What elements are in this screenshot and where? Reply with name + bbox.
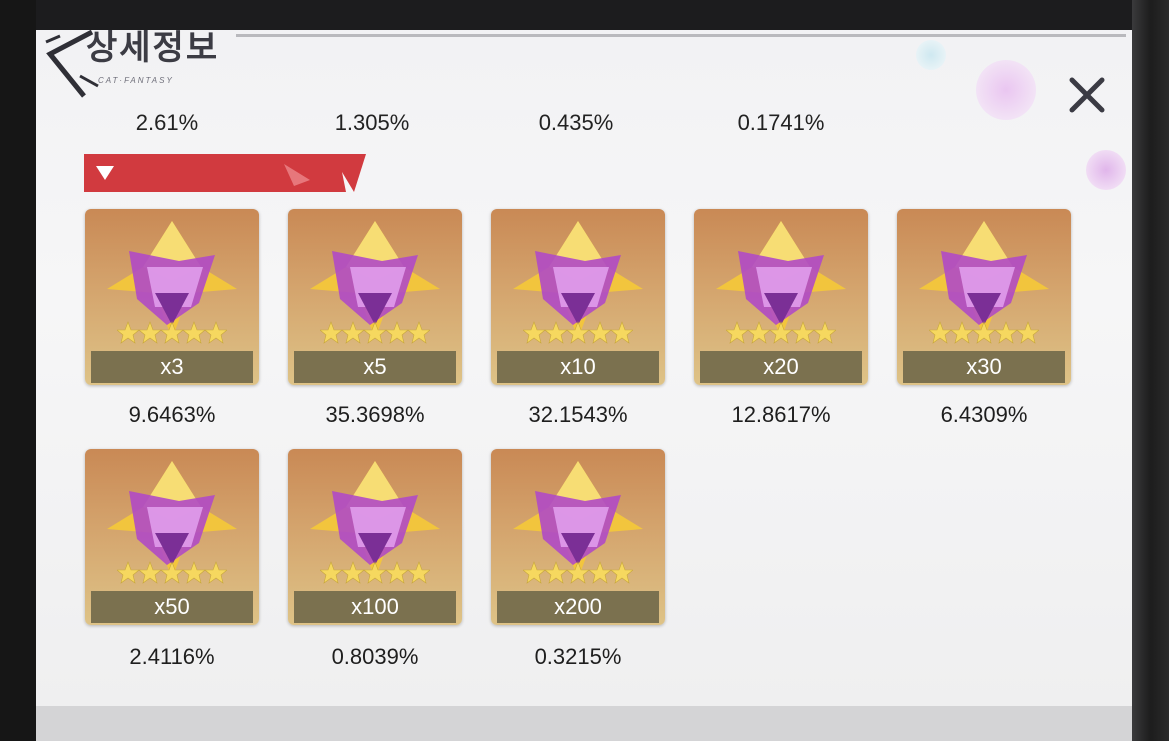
item-drop-rate: 6.4309% [940, 402, 1028, 427]
page-title: 상세정보 [86, 30, 220, 68]
five-star-rating-icon [117, 561, 227, 584]
reward-card[interactable]: x5 [288, 209, 462, 385]
paint-splash-decoration [1086, 150, 1126, 190]
panel-footer [36, 706, 1132, 741]
paint-splash-decoration [976, 60, 1036, 120]
reward-card[interactable]: x10 [491, 209, 665, 385]
screen-bezel-top [0, 0, 1169, 32]
reward-card[interactable]: x50 [85, 449, 259, 625]
close-icon[interactable] [1066, 74, 1108, 116]
previous-rate-value: 1.305% [334, 110, 410, 135]
reward-card[interactable]: x30 [897, 209, 1071, 385]
five-star-rating-icon [929, 321, 1039, 344]
five-star-rating-icon [320, 561, 430, 584]
item-quantity-label: x100 [294, 591, 456, 623]
reward-card[interactable]: x20 [694, 209, 868, 385]
item-drop-rate: 2.4116% [129, 644, 215, 669]
five-star-rating-icon [320, 321, 430, 344]
page-header: 상세정보 CAT·FANTASY [40, 30, 300, 102]
game-logo-text: CAT·FANTASY [98, 76, 174, 85]
five-star-rating-icon [523, 321, 633, 344]
previous-rate-value: 0.435% [538, 110, 614, 135]
item-drop-rate: 0.3215% [534, 644, 622, 669]
paint-splash-decoration [916, 40, 946, 70]
item-quantity-label: x20 [700, 351, 862, 383]
screen-bezel-left [0, 0, 36, 741]
item-drop-rate: 32.1543% [528, 402, 628, 427]
header-divider [236, 34, 1126, 37]
item-drop-rate: 9.6463% [128, 402, 216, 427]
item-quantity-label: x3 [91, 351, 253, 383]
reward-card[interactable]: x100 [288, 449, 462, 625]
item-quantity-label: x200 [497, 591, 659, 623]
triangle-down-icon [96, 166, 114, 180]
section-header-bar[interactable] [84, 154, 366, 192]
reward-card[interactable]: x200 [491, 449, 665, 625]
item-quantity-label: x5 [294, 351, 456, 383]
previous-rate-value: 2.61% [135, 110, 199, 135]
five-star-rating-icon [726, 321, 836, 344]
item-quantity-label: x10 [497, 351, 659, 383]
reward-card[interactable]: x3 [85, 209, 259, 385]
previous-rate-value: 0.1741% [737, 110, 825, 135]
five-star-rating-icon [117, 321, 227, 344]
item-drop-rate: 35.3698% [325, 402, 425, 427]
item-quantity-label: x30 [903, 351, 1065, 383]
item-drop-rate: 12.8617% [731, 402, 831, 427]
item-drop-rate: 0.8039% [331, 644, 419, 669]
item-quantity-label: x50 [91, 591, 253, 623]
five-star-rating-icon [523, 561, 633, 584]
screen-bezel-right [1132, 0, 1169, 741]
detail-info-panel: 상세정보 CAT·FANTASY 2.61% 1.305% 0.435% 0.1… [36, 30, 1132, 706]
